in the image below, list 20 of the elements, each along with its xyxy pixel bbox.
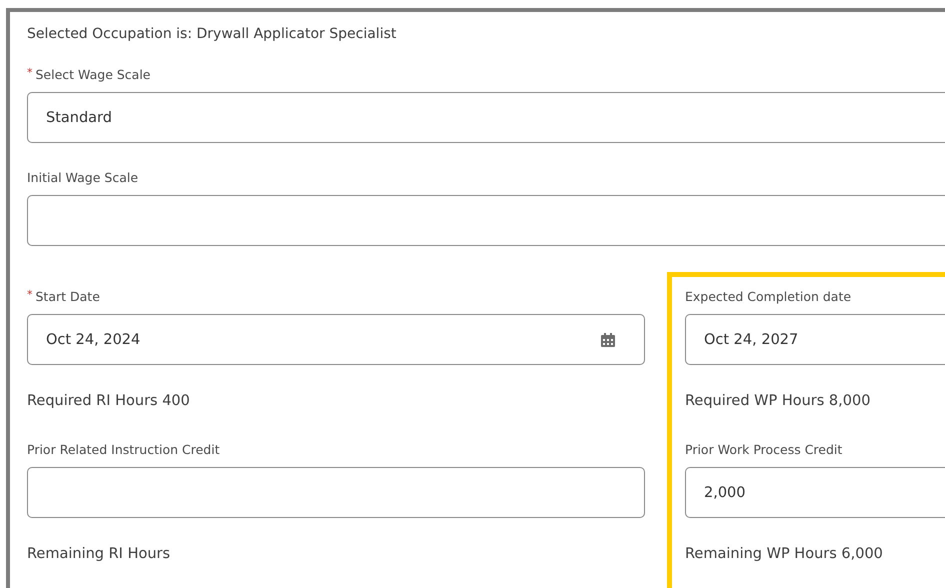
input-field[interactable] xyxy=(27,467,645,518)
field-label: Expected Completion date xyxy=(685,288,852,306)
required-asterisk: * xyxy=(27,66,32,80)
date-field[interactable]: Oct 24, 2024 xyxy=(27,314,645,365)
occupation-heading: Selected Occupation is: Drywall Applicator Specialist xyxy=(27,25,398,44)
required-asterisk: * xyxy=(27,288,32,302)
hours-text: Remaining WP Hours 6,000 xyxy=(685,545,884,564)
field-label: Select Wage Scale xyxy=(36,66,150,84)
input-field[interactable]: 2,000 xyxy=(685,467,945,518)
input-field[interactable]: Oct 24, 2027 xyxy=(685,314,945,365)
input-field[interactable] xyxy=(27,195,945,246)
calendar-icon[interactable] xyxy=(601,333,615,347)
hours-text: Remaining RI Hours xyxy=(27,545,172,564)
hours-text: Required RI Hours 400 xyxy=(27,392,191,411)
field-label: Prior Work Process Credit xyxy=(685,441,842,459)
field-label: Initial Wage Scale xyxy=(27,169,138,187)
input-field[interactable]: Standard xyxy=(27,92,945,143)
field-label: Prior Related Instruction Credit xyxy=(27,441,220,459)
field-label: Start Date xyxy=(36,288,100,306)
hours-text: Required WP Hours 8,000 xyxy=(685,392,872,411)
